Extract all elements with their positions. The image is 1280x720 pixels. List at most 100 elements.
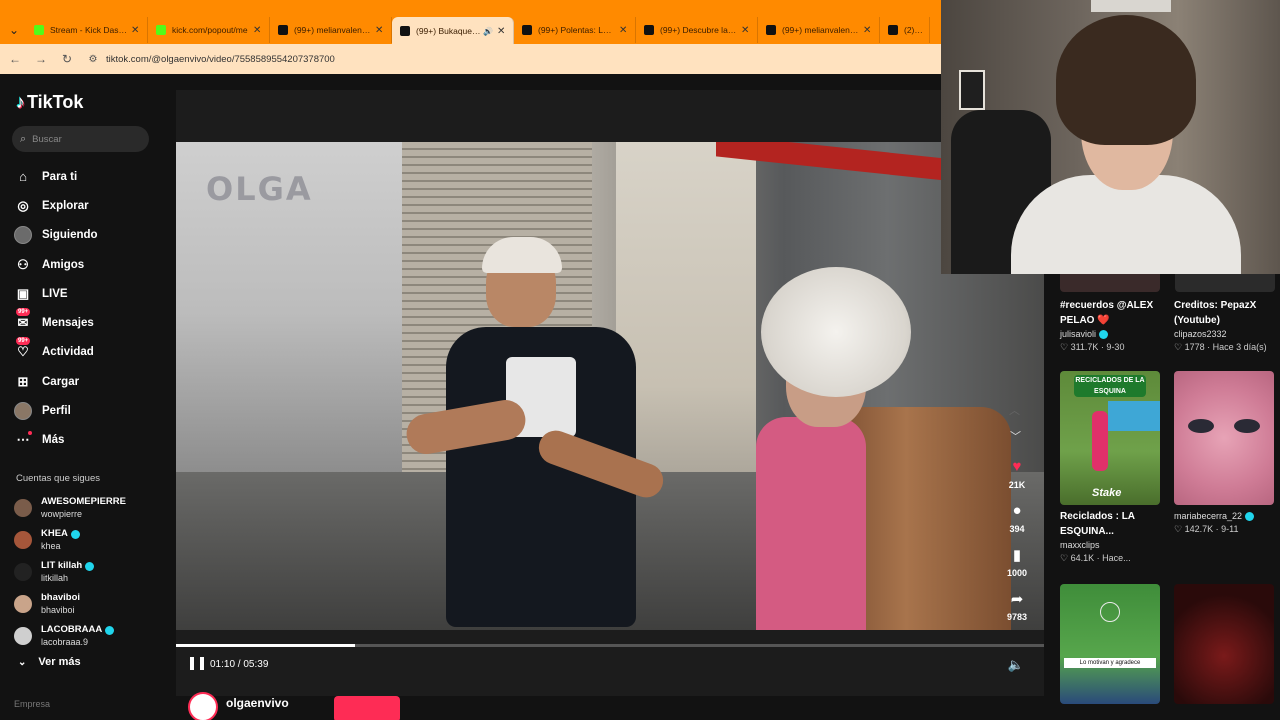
following-account[interactable]: AWESOMEPIERRE wowpierre	[14, 492, 164, 524]
browser-tab[interactable]: (99+) melianvalen (@ ✕	[270, 17, 392, 43]
tiktok-note-icon: ♪	[16, 92, 25, 112]
pause-icon[interactable]	[190, 657, 204, 671]
logo-text: TikTok	[27, 92, 84, 112]
video-thumbnail: Lo motivan y agradece	[1060, 584, 1160, 704]
sidebar-item-perfil[interactable]: Perfil	[14, 396, 164, 425]
sidebar-item-label: Amigos	[42, 258, 85, 271]
related-video-card[interactable]: RECICLADOS DE LA ESQUINA Stake Reciclado…	[1060, 371, 1170, 564]
see-more-button[interactable]: ⌄ Ver más	[18, 656, 81, 668]
streamer-hair	[1056, 15, 1196, 145]
related-video-card[interactable]: #recuerdos @ALEX PELAO ❤️ julisavioli ♡ …	[1060, 298, 1170, 353]
sidebar-item-label: Perfil	[42, 405, 71, 418]
close-tab-icon[interactable]: ✕	[375, 25, 385, 36]
video-thumbnail: RECICLADOS DE LA ESQUINA Stake	[1060, 371, 1160, 505]
tab-search-chevron-icon[interactable]: ⌄	[2, 18, 26, 42]
next-video-chevron-icon[interactable]: ﹀	[1010, 428, 1021, 444]
tiktok-favicon-icon	[766, 25, 776, 35]
following-account[interactable]: KHEA khea	[14, 524, 164, 556]
close-tab-icon[interactable]: ✕	[131, 25, 141, 36]
video-thumbnail[interactable]	[1175, 274, 1275, 292]
search-box[interactable]: ⌕	[12, 126, 149, 152]
video-thumbnail[interactable]	[1060, 274, 1160, 292]
related-video-card[interactable]	[1174, 584, 1280, 704]
heart-icon: ♥	[1012, 458, 1022, 475]
browser-tab[interactable]: (99+) Polentas: La nu ✕	[514, 17, 636, 43]
reload-icon[interactable]: ↻	[56, 48, 78, 70]
browser-tab-active[interactable]: (99+) Bukaque Sh 🔊 ✕	[392, 17, 514, 45]
comment-button[interactable]: ● 394	[1001, 502, 1033, 534]
sidebar-item-para-ti[interactable]: ⌂ Para ti	[14, 162, 164, 191]
tiktok-favicon-icon	[400, 26, 410, 36]
bookmark-icon: ▮	[1012, 547, 1022, 564]
browser-tab[interactable]: (99+) melianvalen (@ ✕	[758, 17, 880, 43]
author-name[interactable]: olgaenvivo	[226, 696, 289, 710]
wall-poster	[959, 70, 985, 110]
follow-button[interactable]	[334, 696, 400, 720]
heart-outline-icon: ♡	[1174, 342, 1185, 352]
sidebar-item-cargar[interactable]: ⊞ Cargar	[14, 367, 164, 396]
following-account[interactable]: LIT killah litkillah	[14, 556, 164, 588]
heart-outline-icon: ♡	[1174, 524, 1185, 534]
close-tab-icon[interactable]: ✕	[741, 25, 751, 36]
back-arrow-icon[interactable]: ←	[4, 48, 26, 70]
site-settings-icon[interactable]: ⚙	[86, 52, 100, 66]
sidebar-item-mensajes[interactable]: ✉ 99+ Mensajes	[14, 308, 164, 337]
video-meta: 1778 · Hace 3 día(s)	[1184, 342, 1267, 352]
forward-arrow-icon[interactable]: →	[30, 48, 52, 70]
video-author: clipazos2332	[1174, 329, 1227, 339]
sidebar-item-siguiendo[interactable]: Siguiendo	[14, 221, 164, 250]
sidebar-item-label: LIVE	[42, 287, 68, 300]
search-input[interactable]	[32, 133, 133, 145]
avatar	[14, 627, 32, 645]
previous-video-chevron-icon[interactable]: ︿	[1009, 402, 1020, 418]
kick-favicon-icon	[156, 25, 166, 35]
more-icon: ⋯	[14, 431, 32, 449]
video-title: Reciclados : LA ESQUINA...	[1060, 511, 1135, 537]
tab-title: kick.com/popout/me	[172, 25, 248, 35]
url-field[interactable]: ⚙ tiktok.com/@olgaenvivo/video/755858955…	[86, 48, 941, 70]
heart-outline-icon: ♡	[1060, 342, 1071, 352]
browser-tab[interactable]: kick.com/popout/me ✕	[148, 17, 270, 43]
related-video-card[interactable]: mariabecerra_22 ♡ 142.7K · 9-11	[1174, 371, 1280, 535]
sidebar-item-actividad[interactable]: ♡ 99+ Actividad	[14, 337, 164, 367]
volume-icon[interactable]: 🔈	[1008, 657, 1024, 673]
sidebar-item-amigos[interactable]: ⚇ Amigos	[14, 250, 164, 279]
video-progress-bar[interactable]	[176, 644, 1044, 647]
related-video-card[interactable]: Creditos: PepazX (Youtube) clipazos2332 …	[1174, 298, 1280, 353]
sidebar-item-live[interactable]: ▣ LIVE	[14, 279, 164, 308]
verified-icon	[1099, 329, 1109, 339]
video-thumbnail	[1174, 371, 1274, 505]
browser-tab[interactable]: (99+) Descubre la Av ✕	[636, 17, 758, 43]
speaker-icon[interactable]: 🔊	[483, 27, 493, 36]
close-tab-icon[interactable]: ✕	[863, 25, 873, 36]
sidebar-item-label: Siguiendo	[42, 229, 98, 242]
following-list: AWESOMEPIERRE wowpierre KHEA khea LIT kill…	[14, 492, 164, 652]
like-button[interactable]: ♥ 21K	[1001, 458, 1033, 490]
save-button[interactable]: ▮ 1000	[1001, 546, 1033, 578]
sidebar-item-explorar[interactable]: ◎ Explorar	[14, 191, 164, 220]
tab-title: (2) Comu	[904, 25, 923, 35]
author-row: olgaenvivo	[188, 692, 428, 720]
related-video-card[interactable]: Lo motivan y agradece	[1060, 584, 1170, 704]
video-watermark: OLGA	[206, 170, 313, 208]
footer-link[interactable]: Empresa	[14, 699, 50, 709]
comment-icon: ●	[1012, 502, 1022, 519]
browser-tab[interactable]: Stream - Kick Dashbo ✕	[26, 17, 148, 43]
person	[1092, 411, 1108, 471]
browser-tab[interactable]: (2) Comu	[880, 17, 930, 43]
close-tab-icon[interactable]: ✕	[619, 25, 629, 36]
author-avatar[interactable]	[188, 692, 218, 720]
video-person-man	[403, 237, 668, 630]
close-tab-icon[interactable]: ✕	[253, 25, 263, 36]
following-account[interactable]: bhaviboi bhaviboi	[14, 588, 164, 620]
share-button[interactable]: ➦ 9783	[1001, 590, 1033, 622]
sidebar-item-mas[interactable]: ⋯ Más	[14, 426, 164, 455]
video-title: #recuerdos @ALEX PELAO ❤️	[1060, 300, 1154, 326]
tiktok-logo[interactable]: ♪ TikTok	[16, 92, 83, 113]
close-tab-icon[interactable]: ✕	[497, 26, 507, 37]
video-frame[interactable]: OLGA	[176, 142, 1044, 630]
video-author: maxxclips	[1060, 540, 1100, 550]
following-account[interactable]: LACOBRAAA lacobraaa.9	[14, 620, 164, 652]
kick-favicon-icon	[34, 25, 44, 35]
eye	[1234, 419, 1260, 433]
